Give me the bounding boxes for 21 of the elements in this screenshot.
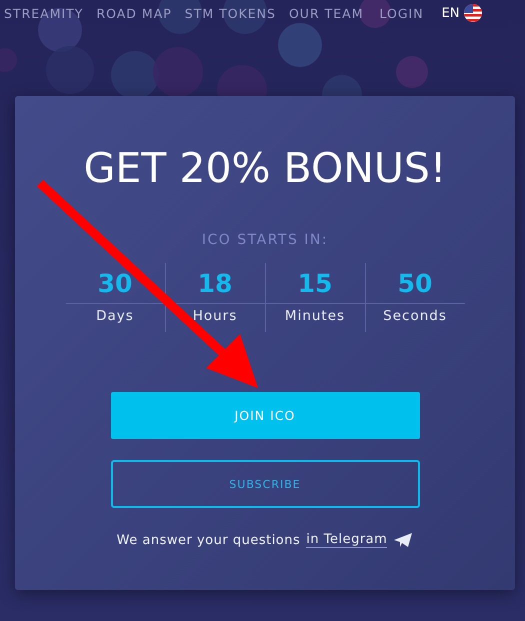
paper-plane-icon bbox=[393, 532, 414, 548]
nav-link[interactable]: STM TOKENS bbox=[184, 6, 276, 20]
countdown-value: 30 bbox=[66, 263, 164, 304]
language-button[interactable]: EN bbox=[442, 4, 482, 22]
subscribe-button[interactable]: SUBSCRIBE bbox=[110, 460, 420, 508]
nav-link[interactable]: LOGIN bbox=[380, 6, 424, 20]
nav-link[interactable]: ROAD MAP bbox=[96, 6, 172, 20]
countdown-value: 50 bbox=[366, 263, 464, 304]
nav-link[interactable]: STREAMITY bbox=[4, 6, 84, 20]
telegram-link[interactable]: in Telegram bbox=[306, 532, 388, 548]
countdown-unit: Days bbox=[96, 308, 134, 324]
countdown-value: 15 bbox=[266, 263, 364, 304]
countdown-value: 18 bbox=[166, 263, 264, 304]
note-text: We answer your questions bbox=[116, 532, 300, 548]
countdown-unit: Seconds bbox=[383, 308, 447, 324]
countdown-unit: Hours bbox=[192, 308, 238, 324]
countdown-label: ICO STARTS IN: bbox=[202, 232, 328, 248]
nav-link[interactable]: OUR TEAM bbox=[288, 6, 364, 20]
flag-icon bbox=[464, 4, 482, 22]
bonus-title: GET 20% BONUS! bbox=[84, 144, 446, 192]
countdown-unit: Minutes bbox=[284, 308, 346, 324]
